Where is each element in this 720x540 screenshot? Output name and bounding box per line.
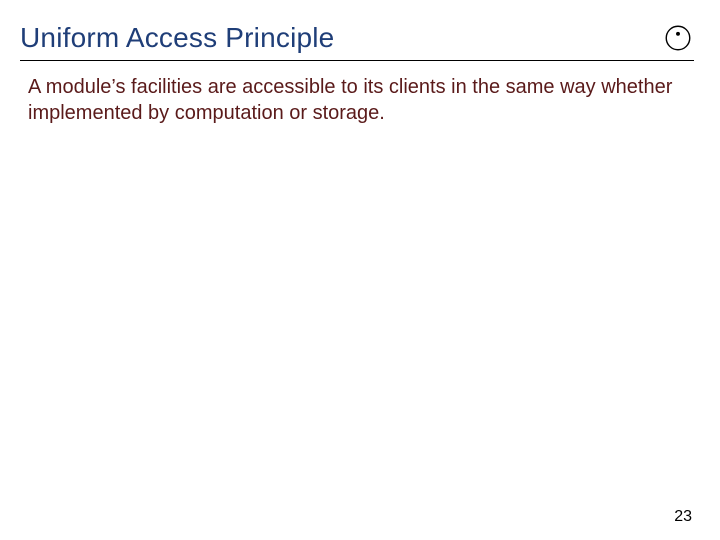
header: Uniform Access Principle: [20, 22, 694, 61]
body-paragraph: A module’s facilities are accessible to …: [20, 75, 680, 126]
circle-dot-icon: [664, 24, 692, 52]
slide: Uniform Access Principle A module’s faci…: [0, 0, 720, 540]
slide-title: Uniform Access Principle: [20, 22, 334, 54]
page-number: 23: [674, 508, 692, 526]
